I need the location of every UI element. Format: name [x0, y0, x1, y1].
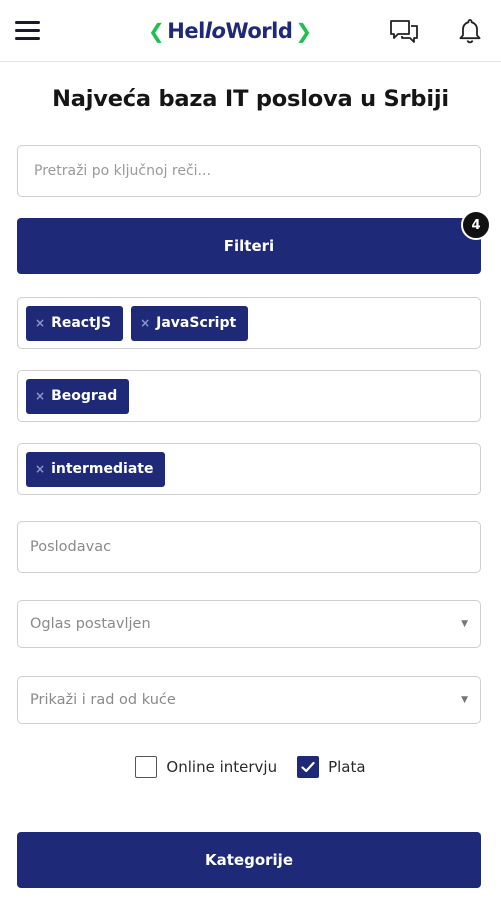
top-header: ❮ HelloWorld ❯ [0, 0, 501, 62]
checkmark-icon [301, 761, 315, 773]
salary-label: Plata [328, 758, 366, 776]
salary-checkbox[interactable]: Plata [297, 756, 366, 778]
chat-icon[interactable] [389, 17, 419, 45]
tag-chip: × intermediate [26, 451, 166, 487]
remote-work-select-label: Prikaži i rad od kuće [30, 692, 176, 708]
online-interview-checkbox[interactable]: Online intervju [135, 756, 277, 778]
hello-world-logo[interactable]: ❮ HelloWorld ❯ [148, 16, 312, 46]
online-interview-label: Online intervju [166, 758, 278, 776]
menu-icon[interactable] [15, 20, 40, 40]
logo-text: HelloWorld [167, 19, 293, 43]
posted-date-select-label: Oglas postavljen [30, 616, 151, 632]
checkbox-checked[interactable] [297, 756, 320, 778]
location-tags-field[interactable]: × Beograd [17, 370, 481, 422]
posted-date-select[interactable]: Oglas postavljen ▼ [17, 600, 481, 648]
filters-count-badge: 4 [461, 210, 491, 240]
tag-chip: × ReactJS [26, 305, 124, 341]
caret-down-icon: ▼ [461, 619, 468, 629]
tag-chip: × Beograd [26, 378, 130, 414]
logo-hello: Hel [167, 19, 205, 43]
page-title: Najveća baza IT poslova u Srbiji [52, 86, 449, 112]
level-tags-field[interactable]: × intermediate [17, 443, 481, 495]
bell-icon[interactable] [455, 17, 485, 45]
logo-world: World [225, 19, 293, 43]
tag-chip: × JavaScript [131, 305, 249, 341]
logo-right-bracket: ❯ [295, 19, 312, 43]
search-input[interactable]: Pretraži po ključnoj reči... [17, 145, 481, 197]
logo-ll: lo [204, 19, 226, 43]
tag-label: JavaScript [156, 315, 237, 331]
remove-tag-icon[interactable]: × [35, 389, 45, 403]
remote-work-select[interactable]: Prikaži i rad od kuće ▼ [17, 676, 481, 724]
tag-label: Beograd [51, 388, 118, 404]
filters-button[interactable]: Filteri [17, 218, 481, 274]
remove-tag-icon[interactable]: × [35, 462, 45, 476]
remove-tag-icon[interactable]: × [140, 316, 150, 330]
tag-label: ReactJS [51, 315, 112, 331]
logo-left-bracket: ❮ [148, 19, 165, 43]
technology-tags-field[interactable]: × ReactJS × JavaScript [17, 297, 481, 349]
remove-tag-icon[interactable]: × [35, 316, 45, 330]
employer-input[interactable]: Poslodavac [17, 521, 481, 573]
tag-label: intermediate [51, 461, 154, 477]
options-checkboxes: Online intervju Plata [0, 756, 501, 778]
checkbox-unchecked[interactable] [135, 756, 158, 778]
categories-button[interactable]: Kategorije [17, 832, 481, 888]
caret-down-icon: ▼ [461, 695, 468, 705]
